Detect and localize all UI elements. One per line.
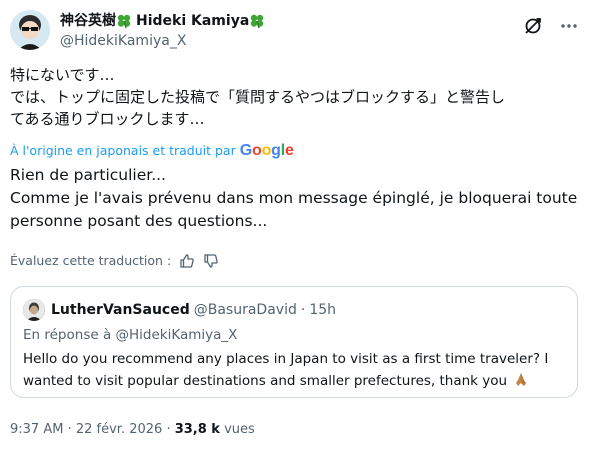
views-label: vues bbox=[224, 422, 255, 437]
post-text-line: Rien de particulier... bbox=[10, 166, 166, 184]
post-text-line: てある通りブロックします… bbox=[10, 110, 205, 128]
quoted-text-line-content: wanted to visit popular destinations and… bbox=[23, 373, 508, 389]
quoted-text-line: wanted to visit popular destinations and… bbox=[23, 370, 569, 392]
separator-dot: · bbox=[300, 302, 306, 318]
quoted-post[interactable]: LutherVanSauced @BasuraDavid · 15h En ré… bbox=[10, 286, 578, 398]
author-names: 神谷英樹 Hideki Kamiya @HidekiKamiya_X bbox=[60, 12, 265, 51]
rate-translation-label: Évaluez cette traduction : bbox=[10, 253, 172, 268]
post-header: 神谷英樹 Hideki Kamiya @HidekiKamiya_X bbox=[10, 10, 579, 54]
author-handle[interactable]: @HidekiKamiya_X bbox=[60, 31, 265, 51]
post-text-line: では、トップに固定した投稿で「質問するやつはブロックする」と警告し bbox=[10, 88, 506, 106]
author-avatar[interactable] bbox=[10, 10, 50, 50]
quoted-post-text: Hello do you recommend any places in Jap… bbox=[23, 348, 569, 392]
post-time[interactable]: 9:37 AM bbox=[10, 422, 63, 437]
post-text-line: personne posant des questions... bbox=[10, 212, 268, 230]
view-count: 33,8 k bbox=[174, 422, 220, 437]
quoted-post-time: 15h bbox=[309, 302, 336, 318]
translation-note-text: À l'origine en japonais et traduit par bbox=[10, 143, 236, 158]
folded-hands-emoji bbox=[516, 373, 527, 386]
quoted-post-header: LutherVanSauced @BasuraDavid · 15h bbox=[23, 299, 336, 321]
post-meta: 9:37 AM · 22 févr. 2026 · 33,8 k vues bbox=[10, 420, 255, 440]
post-translated-text: Rien de particulier... Comme je l'avais … bbox=[10, 164, 578, 233]
google-logo: Google bbox=[239, 142, 294, 159]
post-date[interactable]: 22 févr. 2026 bbox=[76, 422, 162, 437]
author-display-name[interactable]: 神谷英樹 Hideki Kamiya bbox=[60, 12, 265, 30]
author-name-jp: 神谷英樹 bbox=[60, 13, 116, 29]
separator-dot: · bbox=[166, 422, 175, 437]
post-text-line: 特にないです… bbox=[10, 66, 115, 84]
translation-attribution[interactable]: À l'origine en japonais et traduit par G… bbox=[10, 140, 294, 162]
quoted-author-avatar bbox=[23, 299, 45, 321]
grok-icon[interactable] bbox=[523, 16, 543, 36]
clover-icon bbox=[117, 14, 131, 29]
quoted-author-name: LutherVanSauced bbox=[51, 302, 190, 318]
reply-handle: @HidekiKamiya_X bbox=[115, 327, 238, 343]
quoted-text-line: Hello do you recommend any places in Jap… bbox=[23, 351, 549, 367]
author-name-en: Hideki Kamiya bbox=[136, 13, 250, 29]
more-icon[interactable] bbox=[559, 16, 579, 36]
post-text-line: Comme je l'avais prévenu dans mon messag… bbox=[10, 189, 578, 207]
reply-prefix: En réponse à bbox=[23, 327, 112, 343]
thumbs-up-icon[interactable] bbox=[179, 253, 195, 269]
quoted-author-handle: @BasuraDavid bbox=[193, 302, 297, 318]
post-original-text: 特にないです… では、トップに固定した投稿で「質問するやつはブロックする」と警告… bbox=[10, 64, 570, 130]
clover-icon bbox=[251, 14, 264, 29]
thumbs-down-icon[interactable] bbox=[203, 253, 219, 269]
quoted-reply-context: En réponse à @HidekiKamiya_X bbox=[23, 325, 237, 345]
rate-translation: Évaluez cette traduction : bbox=[10, 250, 219, 272]
separator-dot: · bbox=[67, 422, 76, 437]
